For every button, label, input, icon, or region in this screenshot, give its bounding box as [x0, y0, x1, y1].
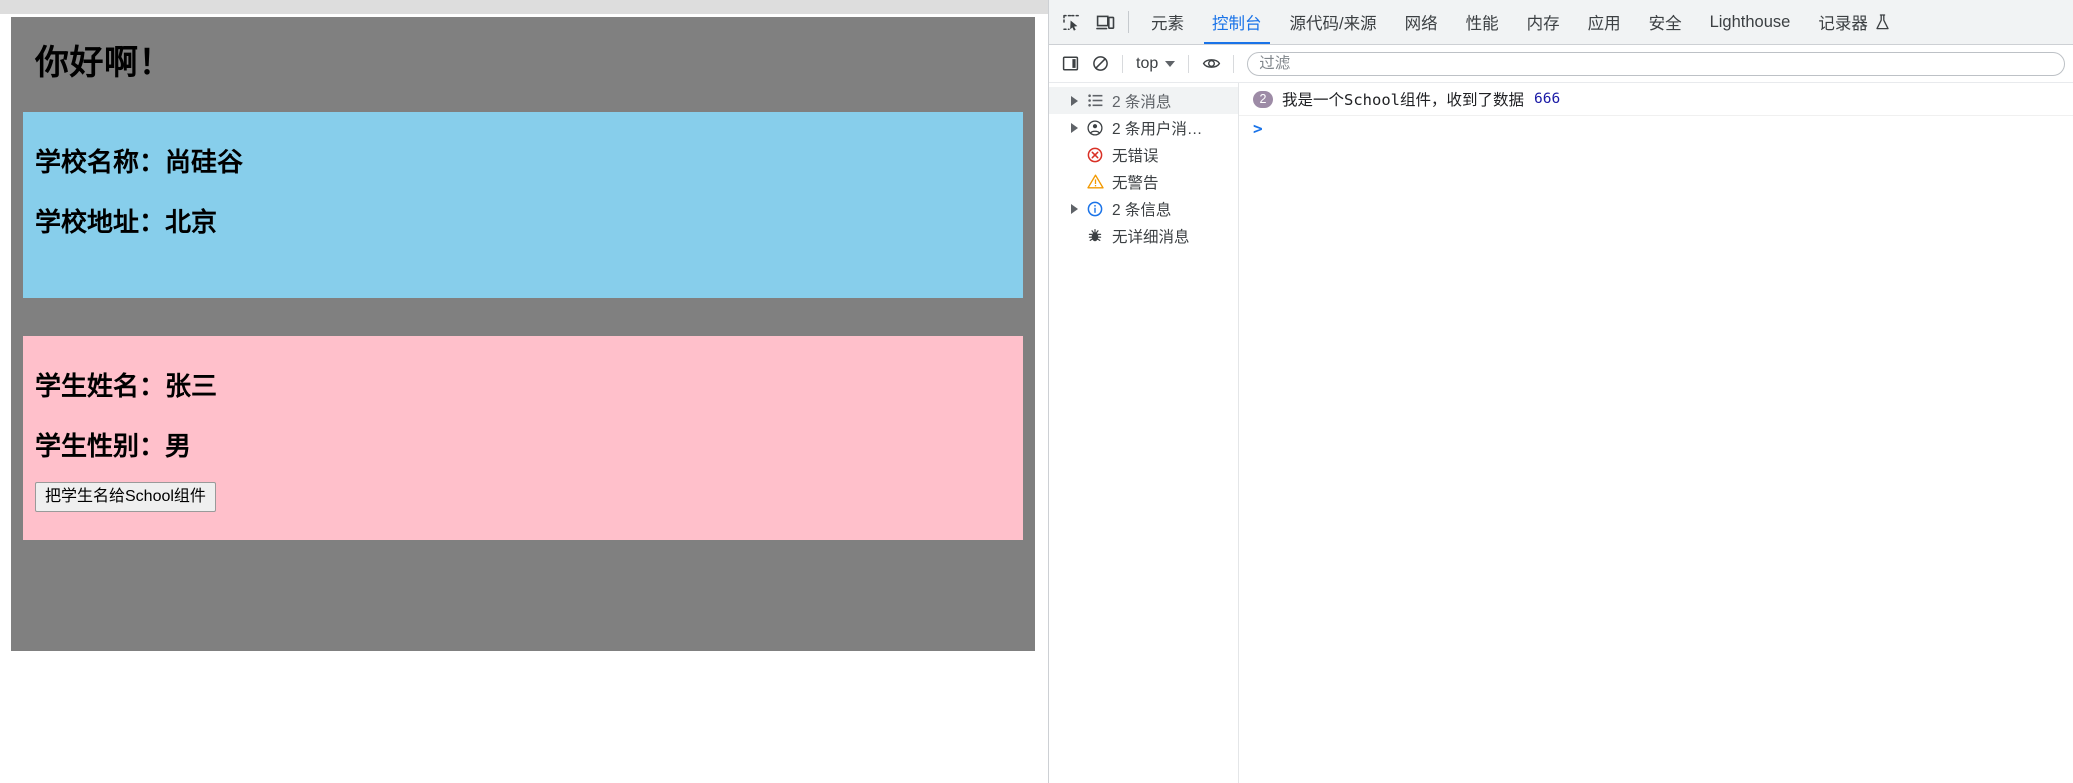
devtools-tabbar: 元素 控制台 源代码/来源 网络 性能 内存 应用 安全 Lighthouse … — [1049, 0, 2073, 45]
clear-console-icon[interactable] — [1085, 50, 1115, 78]
page-viewport: 你好啊！ 学校名称：尚硅谷 学校地址：北京 学生姓名：张三 学生性别：男 把学生… — [0, 0, 1048, 783]
sidebar-item-verbose-label: 无详细消息 — [1112, 228, 1190, 246]
console-sidebar: 2 条消息 2 条用户消… 无错误 无警告 2 条信息 无详细消息 — [1049, 83, 1239, 783]
sidebar-item-all-messages-label: 2 条消息 — [1112, 93, 1172, 111]
user-message-icon — [1084, 119, 1106, 136]
expand-triangle-icon[interactable] — [1067, 94, 1081, 108]
sidebar-item-all-messages[interactable]: 2 条消息 — [1049, 87, 1238, 114]
school-component-panel: 学校名称：尚硅谷 学校地址：北京 — [23, 112, 1023, 299]
sidebar-item-user-messages-label: 2 条用户消… — [1112, 120, 1203, 138]
sidebar-item-info-label: 2 条信息 — [1112, 201, 1172, 219]
flask-icon — [1875, 14, 1890, 30]
prompt-arrow-icon: > — [1253, 119, 1263, 138]
app-root-container: 你好啊！ 学校名称：尚硅谷 学校地址：北京 学生姓名：张三 学生性别：男 把学生… — [11, 17, 1035, 651]
tab-sources-label: 源代码/来源 — [1289, 15, 1377, 33]
tab-console[interactable]: 控制台 — [1198, 0, 1276, 44]
console-prompt-row[interactable]: > — [1239, 116, 2073, 142]
tab-lighthouse[interactable]: Lighthouse — [1696, 0, 1805, 44]
tab-memory-label: 内存 — [1526, 15, 1560, 33]
tab-performance-label: 性能 — [1465, 15, 1499, 33]
sidebar-item-info[interactable]: 2 条信息 — [1049, 195, 1238, 222]
tab-recorder[interactable]: 记录器 — [1804, 0, 1904, 44]
device-toolbar-icon[interactable] — [1088, 5, 1122, 39]
toolbar-divider-2 — [1122, 54, 1123, 73]
sidebar-item-warnings-label: 无警告 — [1112, 174, 1159, 192]
warning-icon — [1084, 174, 1106, 190]
sidebar-item-errors[interactable]: 无错误 — [1049, 141, 1238, 168]
tab-application[interactable]: 应用 — [1574, 0, 1635, 44]
student-gender-text: 学生性别：男 — [35, 431, 192, 462]
devtools-panel: 元素 控制台 源代码/来源 网络 性能 内存 应用 安全 Lighthouse … — [1048, 0, 2073, 783]
devtools-tab-list: 元素 控制台 源代码/来源 网络 性能 内存 应用 安全 Lighthouse … — [1137, 0, 1904, 44]
school-name-text: 学校名称：尚硅谷 — [35, 147, 244, 178]
no-expand-placeholder — [1067, 148, 1081, 162]
execution-context-label: top — [1136, 54, 1159, 72]
tab-elements-label: 元素 — [1151, 15, 1184, 33]
no-expand-placeholder — [1067, 175, 1081, 189]
message-count-badge: 2 — [1253, 90, 1273, 108]
console-message-value: 666 — [1534, 91, 1561, 107]
tab-console-label: 控制台 — [1212, 15, 1262, 33]
tab-network[interactable]: 网络 — [1391, 0, 1452, 44]
console-body: 2 条消息 2 条用户消… 无错误 无警告 2 条信息 无详细消息 2 我是一个… — [1049, 83, 2073, 783]
console-log-area[interactable]: 2 我是一个School组件，收到了数据 666 > — [1239, 83, 2073, 783]
send-student-name-button[interactable]: 把学生名给School组件 — [35, 481, 216, 513]
error-icon — [1084, 147, 1106, 163]
tab-security-label: 安全 — [1648, 15, 1682, 33]
inspect-element-icon[interactable] — [1054, 5, 1088, 39]
sidebar-item-warnings[interactable]: 无警告 — [1049, 168, 1238, 195]
tab-application-label: 应用 — [1587, 15, 1621, 33]
tab-performance[interactable]: 性能 — [1452, 0, 1513, 44]
chevron-down-icon — [1165, 60, 1176, 67]
tab-elements[interactable]: 元素 — [1137, 0, 1198, 44]
tab-memory[interactable]: 内存 — [1513, 0, 1574, 44]
expand-triangle-icon[interactable] — [1067, 121, 1081, 135]
console-toolbar: top — [1049, 45, 2073, 83]
verbose-bug-icon — [1084, 228, 1106, 244]
console-message-text: 我是一个School组件，收到了数据 — [1282, 91, 1524, 109]
tab-security[interactable]: 安全 — [1635, 0, 1696, 44]
tab-recorder-label: 记录器 — [1818, 15, 1868, 33]
info-icon — [1084, 201, 1106, 217]
tab-lighthouse-label: Lighthouse — [1709, 12, 1791, 31]
browser-window: 你好啊！ 学校名称：尚硅谷 学校地址：北京 学生姓名：张三 学生性别：男 把学生… — [0, 0, 2073, 783]
tab-network-label: 网络 — [1404, 15, 1438, 33]
tab-sources[interactable]: 源代码/来源 — [1276, 0, 1391, 44]
sidebar-item-errors-label: 无错误 — [1112, 147, 1159, 165]
school-address-text: 学校地址：北京 — [35, 207, 218, 238]
sidebar-item-user-messages[interactable]: 2 条用户消… — [1049, 114, 1238, 141]
page-title: 你好啊！ — [35, 44, 173, 82]
list-icon — [1084, 93, 1106, 109]
toolbar-divider-3 — [1188, 54, 1190, 73]
console-filter-input[interactable] — [1247, 51, 2065, 76]
expand-triangle-icon[interactable] — [1067, 202, 1081, 216]
no-expand-placeholder — [1067, 229, 1081, 243]
live-expression-icon[interactable] — [1196, 50, 1226, 78]
student-component-panel: 学生姓名：张三 学生性别：男 把学生名给School组件 — [23, 336, 1023, 541]
console-message-row[interactable]: 2 我是一个School组件，收到了数据 666 — [1239, 83, 2073, 116]
toolbar-divider-4 — [1233, 54, 1235, 73]
sidebar-item-verbose[interactable]: 无详细消息 — [1049, 222, 1238, 249]
toolbar-divider — [1128, 11, 1129, 33]
execution-context-selector[interactable]: top — [1130, 53, 1181, 75]
student-name-text: 学生姓名：张三 — [35, 371, 218, 402]
console-sidebar-toggle-icon[interactable] — [1055, 50, 1085, 78]
